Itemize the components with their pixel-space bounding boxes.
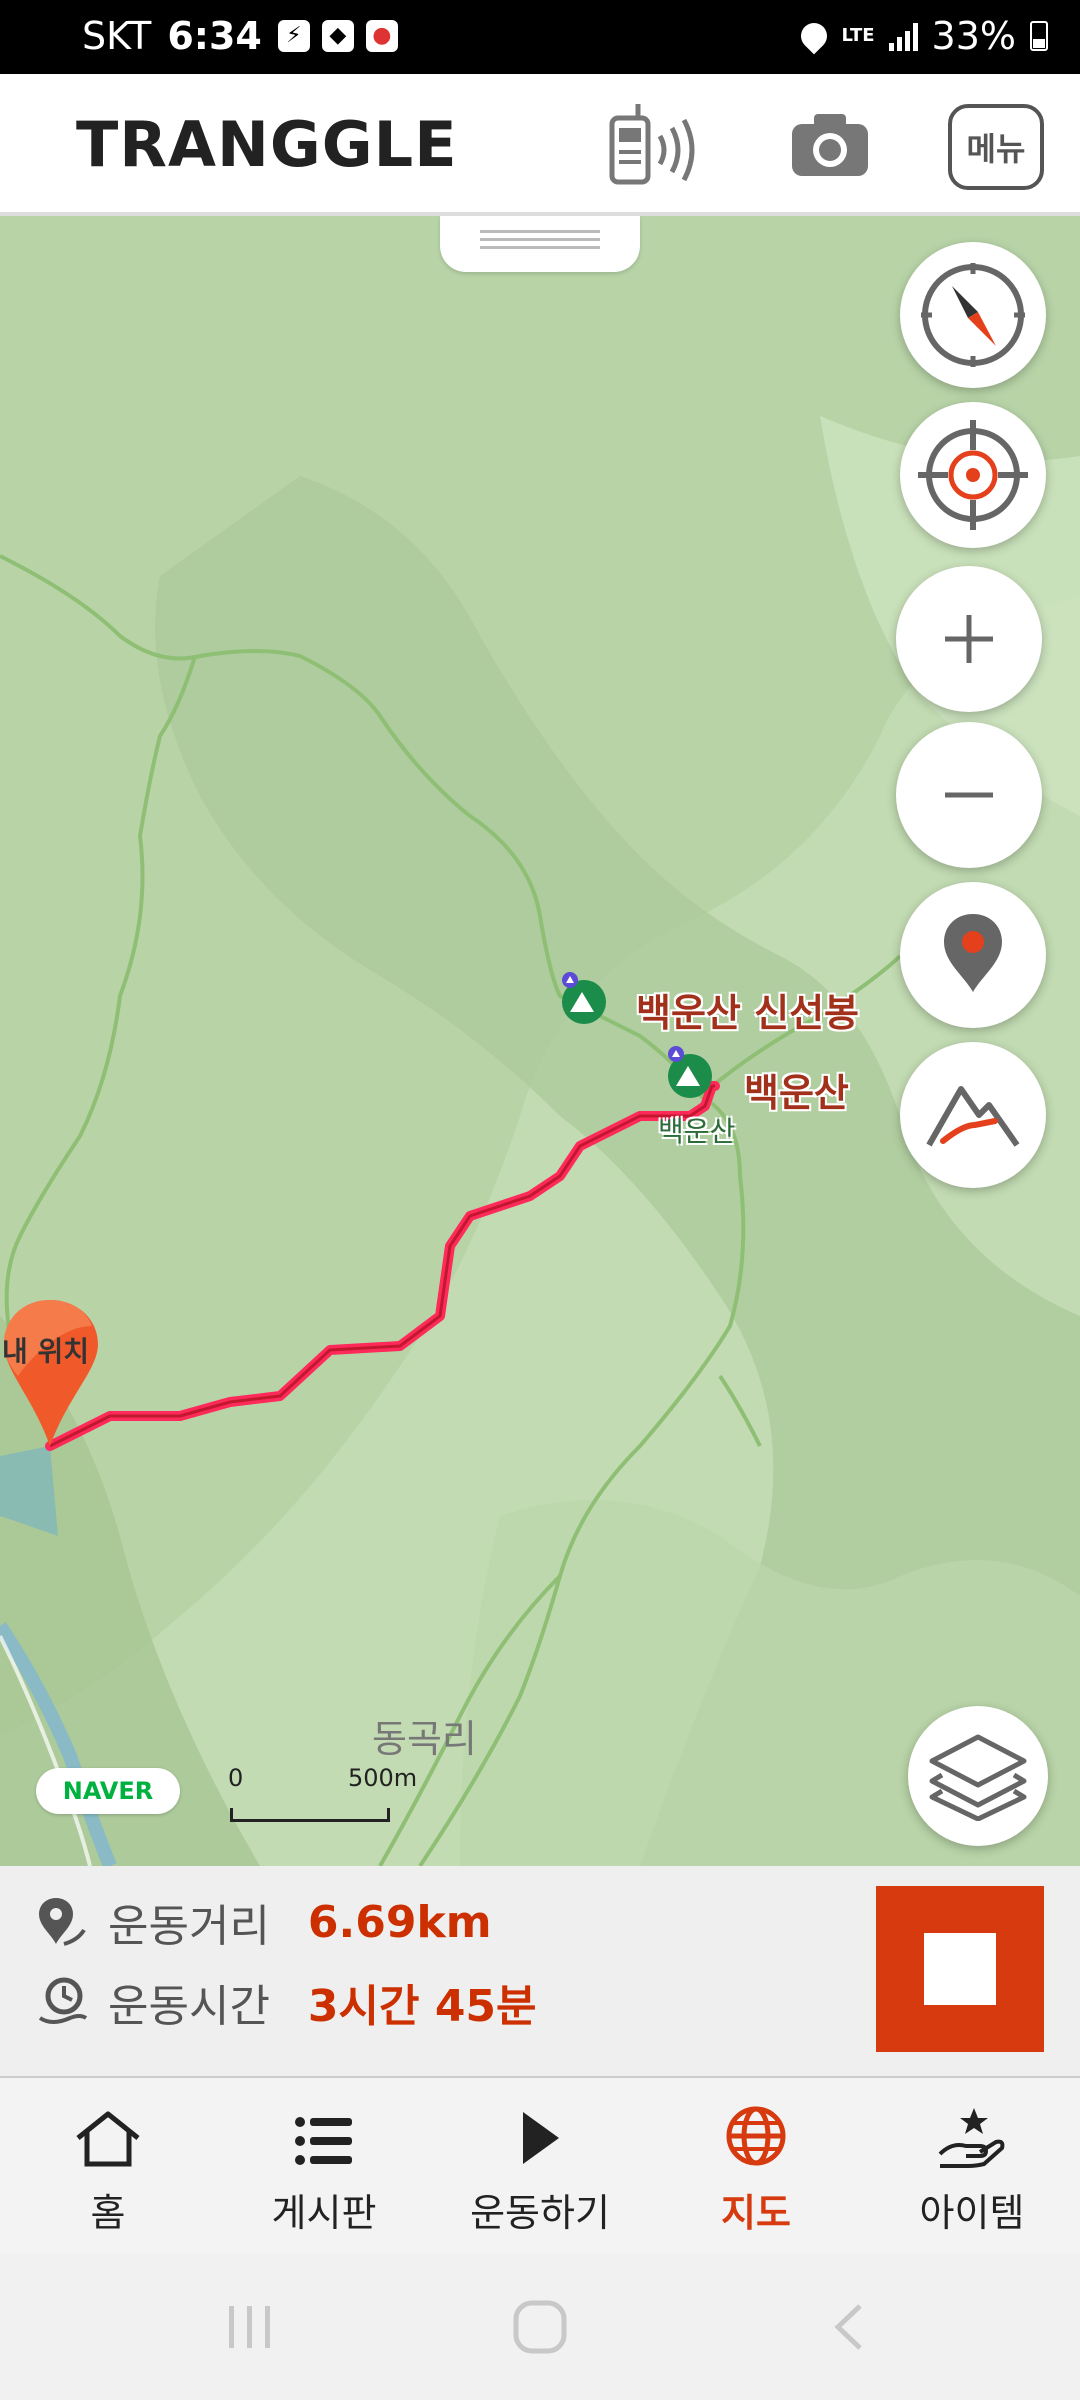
recent-apps-icon: [229, 2306, 270, 2348]
plus-icon: [945, 615, 993, 663]
stop-icon: [924, 1933, 996, 2005]
camera-icon: [792, 114, 868, 176]
menu-button[interactable]: 메뉴: [948, 104, 1044, 190]
peak-label: 백운산 신선봉: [636, 991, 859, 1035]
clock: 6:34: [167, 14, 262, 58]
naver-logo: NAVER: [36, 1768, 180, 1814]
map-layers-button[interactable]: [908, 1706, 1048, 1846]
location-icon: [796, 17, 833, 55]
tranggle-notification-icon: ●: [365, 20, 398, 52]
bolt-icon: ⚡: [277, 20, 310, 52]
map-pin-icon: [944, 914, 1002, 992]
map-view[interactable]: 백운산 신선봉 백운산 백운산 동곡리 내 위치 NAVER 0 500m: [0, 216, 1080, 1866]
app-logo: TRANGGLE: [76, 108, 458, 181]
village-label: 동곡리: [372, 1717, 477, 1761]
walkie-talkie-icon: [609, 104, 695, 185]
status-right: LTE 33%: [796, 14, 1048, 58]
compass-button[interactable]: [900, 242, 1046, 388]
layers-icon: [929, 1734, 1027, 1821]
scale-bar: [230, 1808, 390, 1822]
compass-icon: [921, 263, 1025, 367]
play-icon: [523, 2112, 559, 2164]
my-location-button[interactable]: [900, 402, 1046, 548]
camera-button[interactable]: [780, 100, 880, 190]
scale-start: 0: [228, 1764, 244, 1792]
peak-label: 백운산: [744, 1071, 849, 1115]
distance-value: 6.69km: [307, 1896, 492, 1948]
time-label: 운동시간: [108, 1981, 270, 2032]
time-value: 3시간 45분: [307, 1981, 537, 2032]
status-left: SKT 6:34 ⚡ ◆ ●: [82, 14, 398, 58]
nav-label: 게시판: [271, 2191, 377, 2235]
signal-icon: [888, 21, 918, 51]
distance-pin-icon: [39, 1898, 86, 1946]
location-pin-icon: [4, 1300, 98, 1446]
list-icon: [295, 2117, 352, 2165]
distance-label: 운동거리: [108, 1901, 270, 1952]
my-location-label: 내 위치: [2, 1335, 90, 1368]
scale-end: 500m: [348, 1764, 418, 1792]
mountain-peak-icon[interactable]: [556, 972, 608, 1024]
nav-board[interactable]: 게시판: [216, 2078, 432, 2254]
carrier: SKT: [82, 14, 152, 58]
map-drawer-handle[interactable]: [440, 216, 640, 272]
altitude-profile-button[interactable]: [900, 1042, 1046, 1188]
nav-label: 아이템: [919, 2191, 1025, 2235]
nav-label: 지도: [721, 2191, 791, 2235]
nav-label: 운동하기: [470, 2191, 610, 2235]
mountain-graph-icon: [926, 1086, 1020, 1147]
zoom-in-button[interactable]: [896, 566, 1042, 712]
nav-items[interactable]: 아이템: [864, 2078, 1080, 2254]
time-row: 운동시간 3시간 45분: [34, 1970, 537, 2034]
stop-button[interactable]: [876, 1886, 1044, 2052]
walkie-talkie-button[interactable]: [604, 100, 704, 190]
lte-icon: LTE: [841, 25, 875, 46]
target-icon: [918, 420, 1028, 530]
minus-icon: [945, 792, 993, 798]
mountain-peak-icon[interactable]: [662, 1046, 714, 1098]
status-bar: SKT 6:34 ⚡ ◆ ● LTE 33%: [0, 0, 1080, 74]
home-system-button[interactable]: [490, 2254, 590, 2400]
my-location-marker: 내 위치: [2, 1296, 102, 1446]
notification-icons: ⚡ ◆ ●: [277, 20, 398, 52]
battery-icon: [1030, 21, 1048, 51]
app-header: TRANGGLE 메뉴: [0, 74, 1080, 216]
waypoint-button[interactable]: [900, 882, 1046, 1028]
system-navigation-bar: [0, 2254, 1080, 2400]
nav-exercise[interactable]: 운동하기: [432, 2078, 648, 2254]
time-clock-icon: [38, 1977, 88, 2024]
globe-icon: [726, 2106, 786, 2166]
exercise-info-panel: 운동거리 6.69km 운동시간 3시간 45분: [0, 1866, 1080, 2078]
battery-percent: 33%: [931, 14, 1016, 58]
nav-map[interactable]: 지도: [648, 2078, 864, 2254]
nav-label: 홈: [90, 2191, 126, 2235]
app-notification-icon: ◆: [321, 20, 354, 52]
distance-row: 운동거리 6.69km: [34, 1890, 492, 1954]
home-square-icon: [513, 2300, 567, 2354]
bottom-navigation: 홈 게시판 운동하기 지도 아이템: [0, 2078, 1080, 2254]
zoom-out-button[interactable]: [896, 722, 1042, 868]
item-hand-icon: [938, 2108, 1005, 2168]
back-button[interactable]: [800, 2254, 900, 2400]
back-chevron-icon: [834, 2304, 862, 2350]
home-icon: [76, 2111, 140, 2167]
peak-small-label: 백운산: [658, 1115, 736, 1148]
nav-home[interactable]: 홈: [0, 2078, 216, 2254]
recent-apps-button[interactable]: [200, 2254, 300, 2400]
